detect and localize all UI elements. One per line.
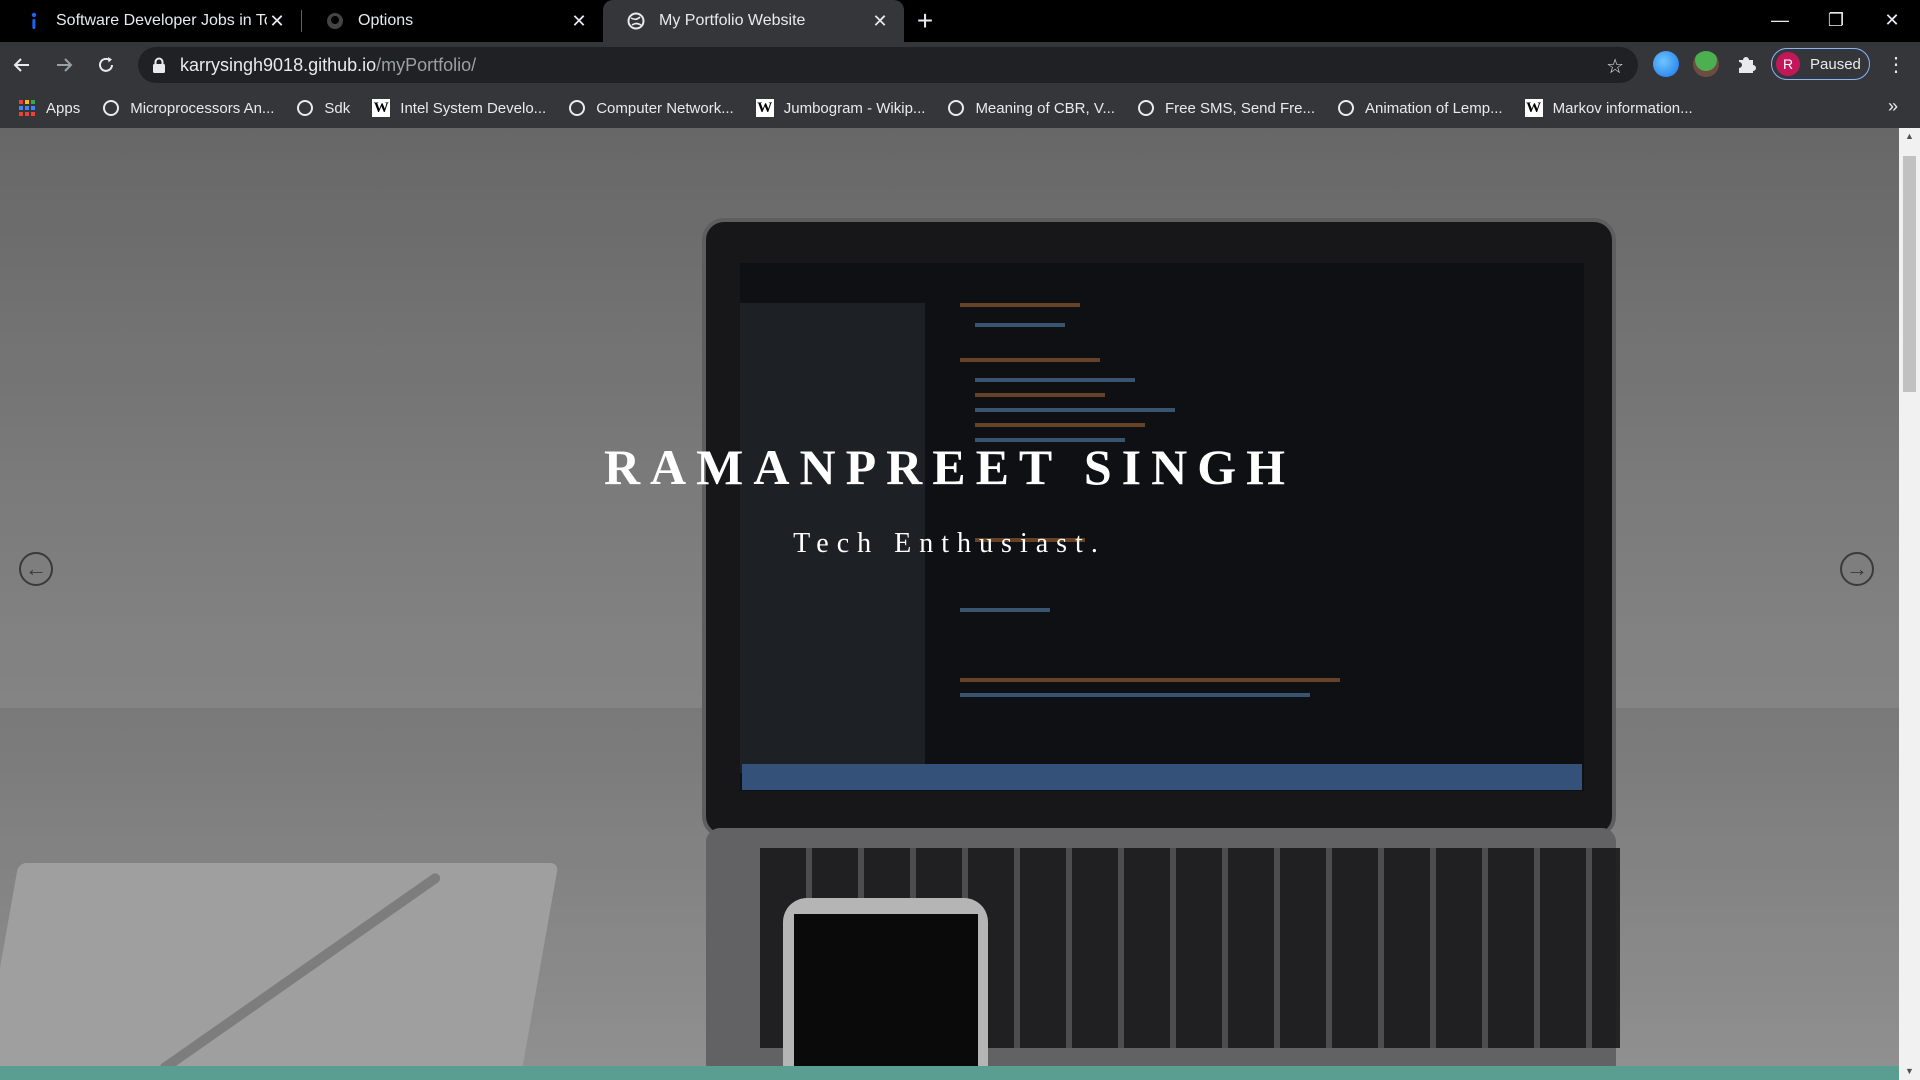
globe-icon — [627, 12, 645, 30]
bookmark-label: Animation of Lemp... — [1365, 99, 1503, 117]
section-accent-bar — [0, 1066, 1899, 1080]
hero-title: RAMANPREET SINGH — [603, 439, 1296, 495]
arrow-right-circle-icon: → — [1846, 556, 1868, 581]
profile-status: Paused — [1810, 55, 1861, 73]
close-tab-icon[interactable]: ✕ — [870, 11, 890, 31]
close-tab-icon[interactable]: ✕ — [569, 11, 589, 31]
bookmark-item[interactable]: Animation of Lemp... — [1337, 99, 1503, 117]
reload-button[interactable] — [86, 45, 126, 85]
tab-strip: Software Developer Jobs in Toron ✕ Optio… — [0, 0, 1920, 42]
back-button[interactable] — [2, 45, 42, 85]
bookmark-label: Markov information... — [1552, 99, 1693, 117]
github-icon — [326, 12, 344, 30]
url-host: karrysingh9018.github.io — [180, 54, 377, 75]
tree-extension-icon[interactable] — [1693, 51, 1719, 77]
close-tab-icon[interactable]: ✕ — [267, 11, 287, 31]
bookmark-label: Intel System Develo... — [400, 99, 547, 117]
new-tab-button[interactable]: + — [904, 0, 946, 42]
arrow-left-icon — [13, 58, 29, 72]
menu-icon[interactable]: ⋮ — [1886, 52, 1906, 77]
restore-button[interactable]: ❐ — [1808, 0, 1864, 40]
globe-icon — [947, 99, 965, 117]
close-window-button[interactable]: ✕ — [1864, 0, 1920, 40]
bookmark-apps[interactable]: Apps — [18, 99, 80, 117]
page-viewport: RAMANPREET SINGH Tech Enthusiast. ← → — [0, 128, 1899, 1080]
scroll-up-icon[interactable]: ▲ — [1899, 128, 1920, 145]
url-path: /myPortfolio/ — [376, 54, 477, 75]
forward-button[interactable] — [44, 45, 84, 85]
bookmark-item[interactable]: Sdk — [296, 99, 350, 117]
bookmark-label: Jumbogram - Wikip... — [783, 99, 926, 117]
tab-portfolio[interactable]: My Portfolio Website ✕ — [603, 0, 904, 42]
bookmark-label: Meaning of CBR, V... — [975, 99, 1115, 117]
avatar: R — [1776, 52, 1800, 76]
window-controls: — ❐ ✕ — [1752, 0, 1920, 40]
tab-title: Software Developer Jobs in Toron — [56, 12, 267, 29]
carousel-next-button[interactable]: → — [1840, 552, 1874, 586]
chevron-more-icon[interactable]: » — [1888, 96, 1898, 117]
profile-button[interactable]: R Paused — [1771, 48, 1870, 80]
globe-icon — [296, 99, 314, 117]
tab-title: My Portfolio Website — [659, 12, 806, 29]
hero-overlay — [0, 128, 1899, 1066]
wikipedia-icon: W — [755, 99, 774, 117]
globe-icon — [102, 99, 120, 117]
bookmark-star-icon[interactable]: ☆ — [1606, 54, 1624, 79]
lock-icon — [153, 57, 165, 73]
address-bar[interactable]: karrysingh9018.github.io/myPortfolio/ ☆ — [138, 47, 1638, 83]
bookmark-item[interactable]: Microprocessors An... — [102, 99, 274, 117]
bookmark-item[interactable]: W Jumbogram - Wikip... — [755, 99, 926, 117]
tab-options[interactable]: Options ✕ — [302, 0, 603, 42]
tab-indeed[interactable]: Software Developer Jobs in Toron ✕ — [0, 0, 301, 42]
minimize-button[interactable]: — — [1752, 0, 1808, 40]
bookmark-item[interactable]: W Markov information... — [1524, 99, 1693, 117]
arrow-left-circle-icon: ← — [25, 556, 47, 581]
wikipedia-icon: W — [1524, 99, 1543, 117]
indeed-icon — [24, 12, 42, 30]
globe-extension-icon[interactable] — [1653, 51, 1679, 77]
wikipedia-icon: W — [372, 99, 391, 117]
bookmark-label: Computer Network... — [596, 99, 734, 117]
browser-toolbar: karrysingh9018.github.io/myPortfolio/ ☆ … — [0, 42, 1920, 88]
globe-icon — [1137, 99, 1155, 117]
bookmark-item[interactable]: Free SMS, Send Fre... — [1137, 99, 1315, 117]
bookmark-label: Free SMS, Send Fre... — [1164, 99, 1316, 117]
hero-subtitle: Tech Enthusiast. — [793, 528, 1106, 559]
bookmark-item[interactable]: Meaning of CBR, V... — [947, 99, 1115, 117]
page-scrollbar[interactable]: ▲ ▼ — [1899, 128, 1920, 1080]
globe-icon — [568, 99, 586, 117]
tab-title: Options — [358, 12, 414, 29]
scrollbar-thumb[interactable] — [1903, 156, 1916, 392]
globe-icon — [1337, 99, 1355, 117]
bookmark-label: Sdk — [324, 99, 351, 117]
arrow-right-icon — [57, 58, 73, 72]
bookmark-item[interactable]: Computer Network... — [568, 99, 734, 117]
scroll-down-icon[interactable]: ▼ — [1899, 1063, 1920, 1080]
bookmark-label: Apps — [46, 99, 81, 117]
puzzle-extensions-icon[interactable] — [1733, 51, 1759, 77]
bookmark-label: Microprocessors An... — [130, 99, 275, 117]
apps-grid-icon — [18, 99, 36, 117]
carousel-prev-button[interactable]: ← — [19, 552, 53, 586]
bookmarks-bar: Apps Microprocessors An... Sdk W Intel Sy… — [0, 88, 1920, 128]
reload-icon — [99, 57, 113, 72]
bookmark-item[interactable]: W Intel System Develo... — [372, 99, 546, 117]
hero-background — [0, 128, 1899, 1078]
